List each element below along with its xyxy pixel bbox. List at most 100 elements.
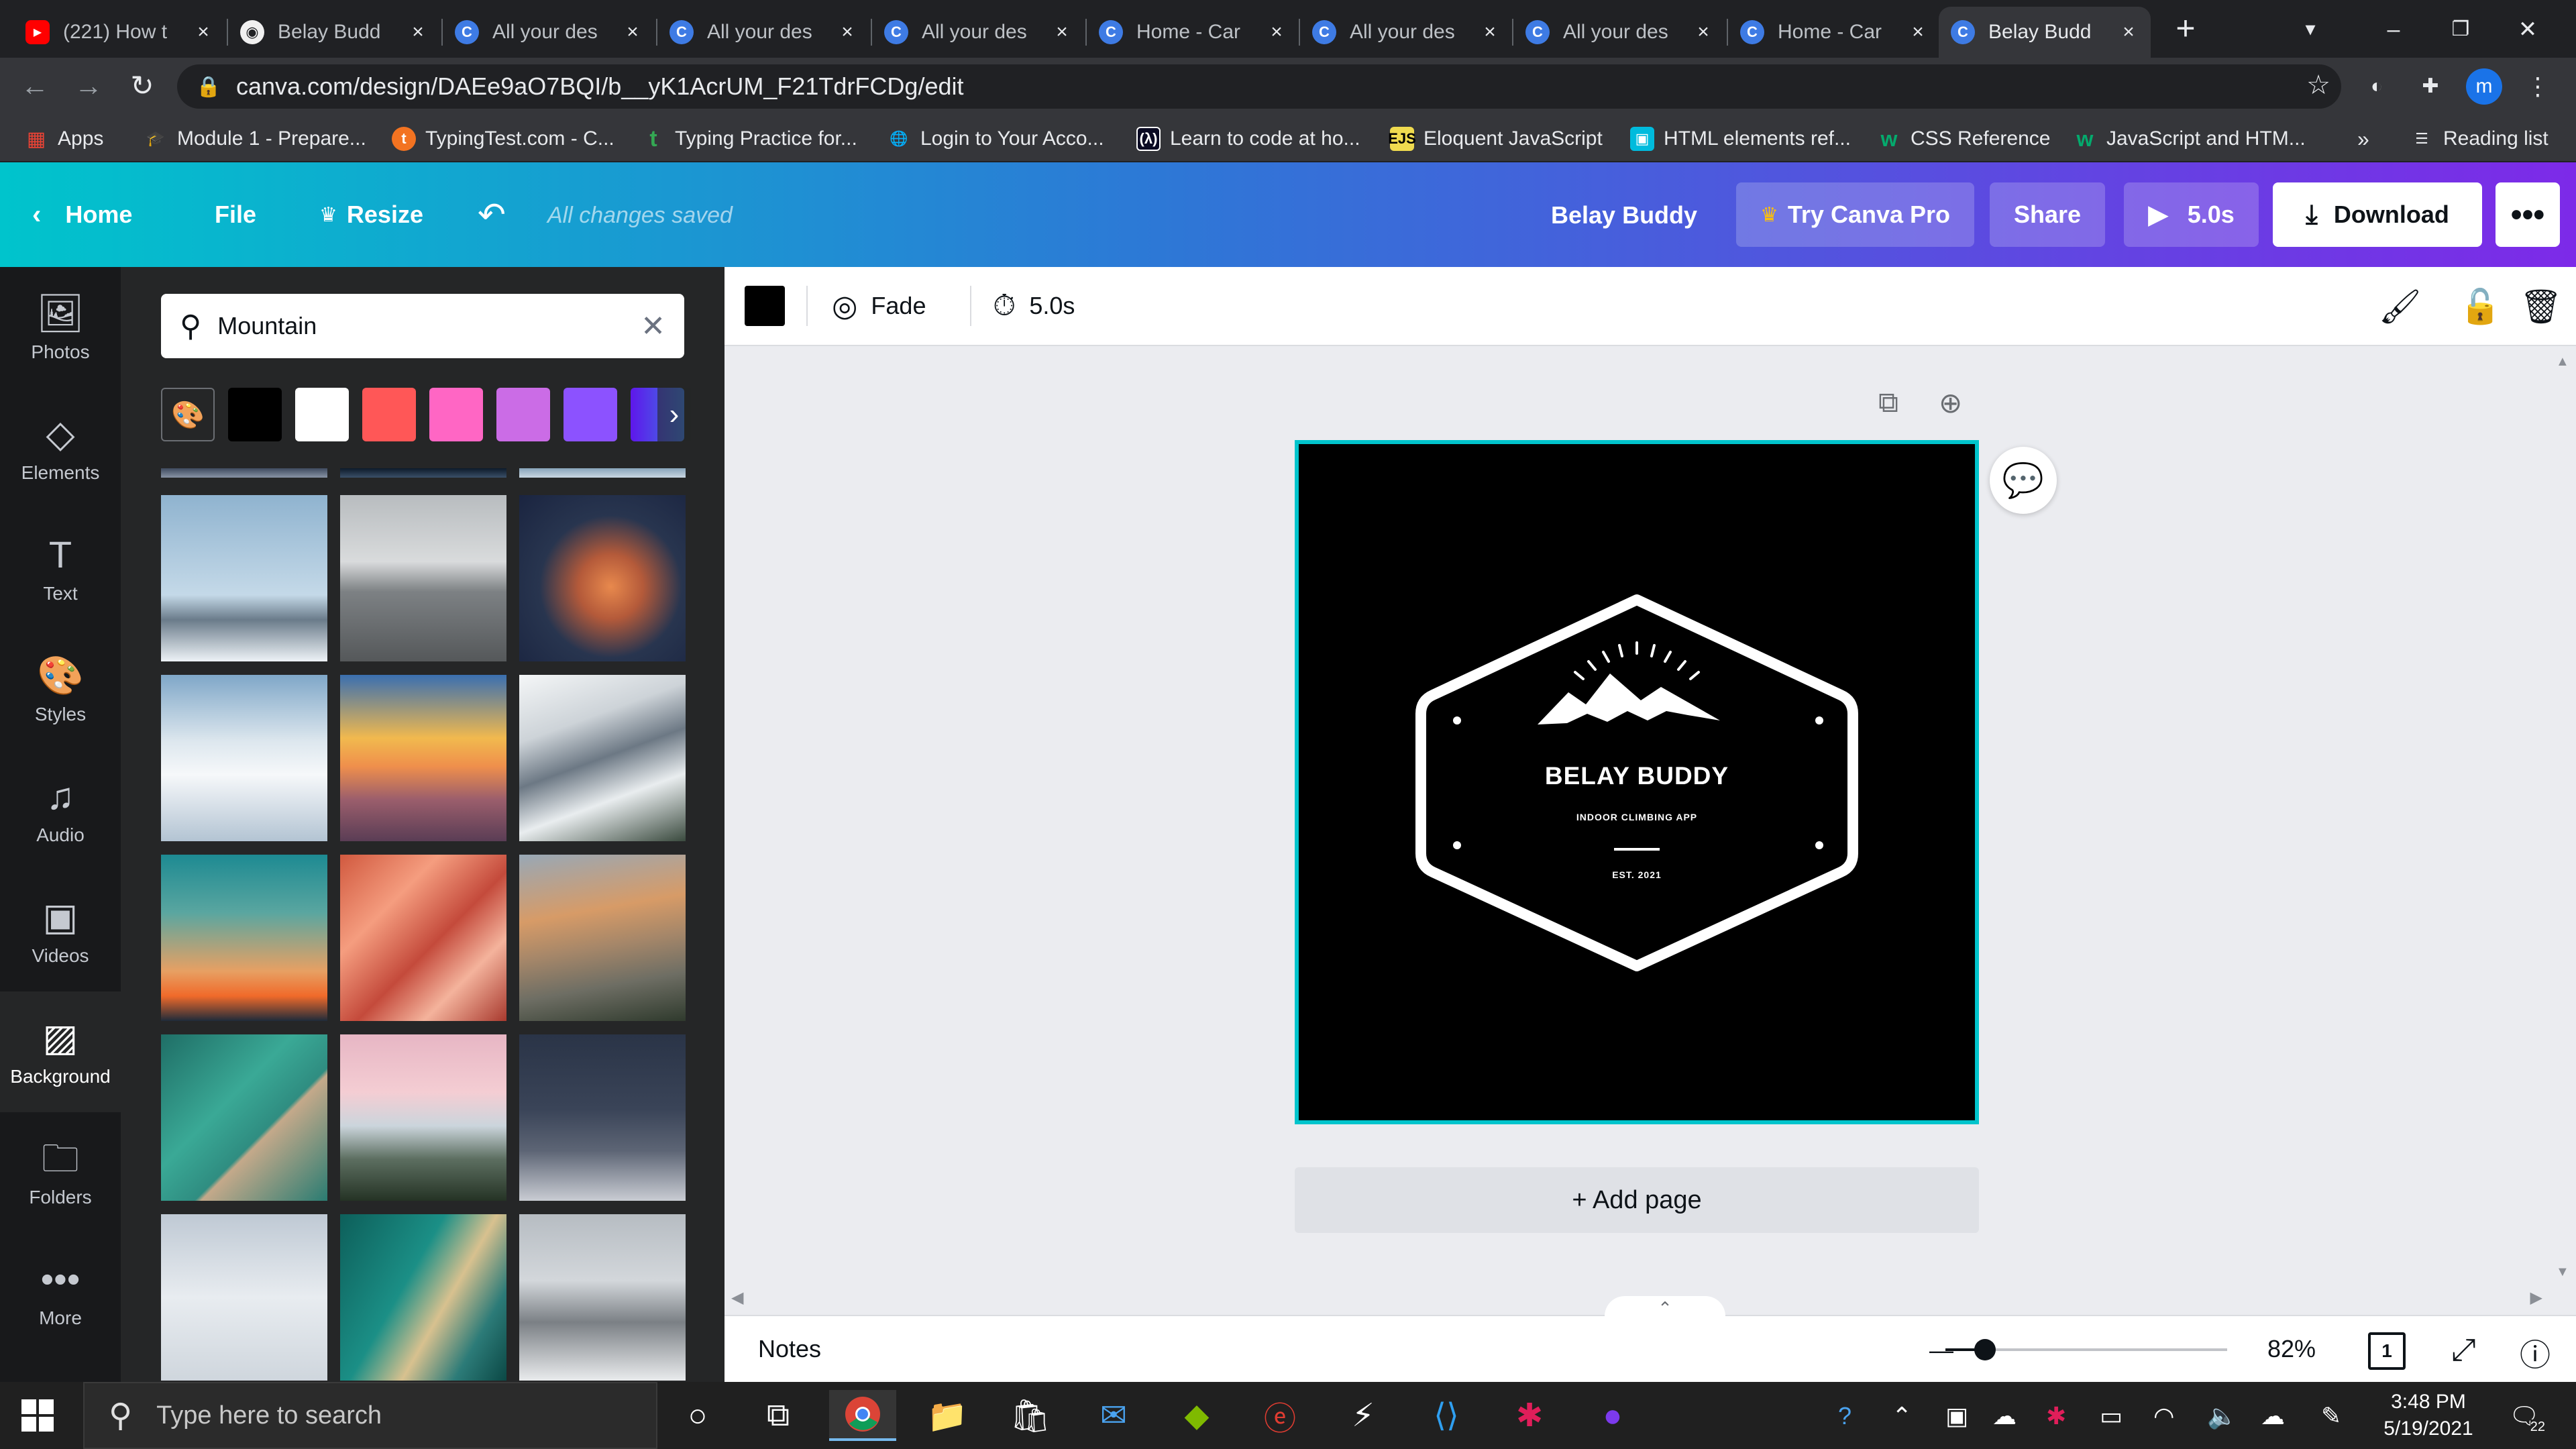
duplicate-page-icon[interactable]: ⧉ [1878, 386, 1898, 419]
undo-icon[interactable]: ↶ [478, 182, 506, 247]
color-swatch[interactable] [564, 388, 617, 441]
background-thumbnail[interactable] [519, 1214, 686, 1381]
windows-start-icon[interactable] [19, 1397, 56, 1434]
close-tab-icon[interactable]: × [1052, 21, 1072, 44]
clear-search-icon[interactable]: ✕ [641, 309, 665, 343]
volume-icon[interactable]: 🔈 [2207, 1402, 2237, 1430]
bookmark-item[interactable]: t Typing Practice for... [641, 123, 857, 154]
browser-tab[interactable]: C All your des × [657, 7, 869, 58]
browser-tab[interactable]: C All your des × [872, 7, 1084, 58]
palette-icon[interactable]: 🎨 [161, 388, 215, 441]
color-swatch[interactable] [362, 388, 416, 441]
rail-text[interactable]: T Text [0, 508, 121, 629]
system-clock[interactable]: 3:48 PM 5/19/2021 [2375, 1389, 2482, 1442]
notifications-icon[interactable]: 🗨22 [2509, 1402, 2555, 1434]
file-explorer-icon[interactable]: 📁 [914, 1390, 981, 1441]
rail-more[interactable]: ••• More [0, 1233, 121, 1354]
onedrive-icon[interactable]: ☁ [1992, 1402, 2017, 1430]
app-icon[interactable]: ⚡ [1330, 1390, 1397, 1441]
profile-avatar[interactable]: m [2466, 68, 2502, 105]
scroll-right-arrow[interactable]: ▶ [2530, 1288, 2542, 1307]
background-thumbnail[interactable] [340, 468, 506, 478]
chrome-icon[interactable] [829, 1390, 896, 1441]
mail-icon[interactable]: ✉ [1080, 1390, 1147, 1441]
background-thumbnail[interactable] [340, 675, 506, 841]
timing-button[interactable]: ⏱ 5.0s [993, 286, 1075, 326]
logo-subtitle[interactable]: INDOOR CLIMBING APP [1299, 812, 1975, 822]
background-color-button[interactable] [745, 286, 785, 326]
page-count-button[interactable]: 1 [2368, 1332, 2406, 1370]
add-page-button[interactable]: + Add page [1295, 1167, 1979, 1233]
tab-search-icon[interactable]: ▾ [2292, 11, 2329, 48]
animate-button[interactable]: ◎ Fade [832, 286, 926, 326]
rail-elements[interactable]: ◇ Elements [0, 388, 121, 508]
background-thumbnail[interactable] [340, 1034, 506, 1201]
address-bar[interactable]: 🔒 canva.com/design/DAEe9aO7BQI/b__yK1Acr… [177, 64, 2341, 109]
color-swatch[interactable] [228, 388, 282, 441]
add-comment-icon[interactable]: 💬 [1990, 447, 2057, 514]
zoom-level[interactable]: 82% [2267, 1335, 2316, 1363]
bookmark-item[interactable]: 🌐 Login to Your Acco... [887, 123, 1104, 154]
taskbar-search[interactable]: ⚲ Type here to search [83, 1382, 657, 1449]
home-button[interactable]: ‹ Home [32, 182, 132, 247]
notes-button[interactable]: Notes [758, 1335, 821, 1363]
play-button[interactable]: ▶ 5.0s [2124, 182, 2259, 247]
browser-tab[interactable]: ▶ (221) How t × [13, 7, 225, 58]
background-thumbnail[interactable] [519, 675, 686, 841]
help-tray-icon[interactable]: ? [1838, 1402, 1851, 1430]
vertical-scrollbar[interactable]: ▲ ▼ [2549, 346, 2576, 1288]
rail-styles[interactable]: 🎨 Styles [0, 629, 121, 750]
design-title[interactable]: Belay Buddy [1551, 201, 1697, 229]
more-options-button[interactable]: ••• [2496, 182, 2560, 247]
resize-button[interactable]: ♛ Resize [319, 182, 423, 247]
fullscreen-icon[interactable]: ⤢ [2451, 1331, 2476, 1368]
help-icon[interactable]: ⓘ [2520, 1331, 2551, 1375]
close-tab-icon[interactable]: × [1693, 21, 1713, 44]
background-thumbnail[interactable] [161, 1214, 327, 1381]
forward-button[interactable]: → [70, 67, 107, 105]
bookmark-item[interactable]: ▣ HTML elements ref... [1630, 123, 1851, 154]
reload-button[interactable]: ↻ [123, 67, 161, 105]
bookmark-item[interactable]: w JavaScript and HTM... [2073, 123, 2306, 154]
restore-button[interactable]: ❐ [2442, 11, 2479, 48]
cloud-upload-icon[interactable]: ☁ [2261, 1402, 2285, 1430]
close-tab-icon[interactable]: × [1480, 21, 1500, 44]
bookmarks-overflow-button[interactable]: » [2357, 123, 2369, 154]
minimize-button[interactable]: – [2375, 11, 2412, 48]
wifi-icon[interactable]: ◠ [2153, 1402, 2174, 1430]
task-view-icon[interactable]: ⧉ [745, 1390, 812, 1441]
zoom-slider-handle[interactable] [1974, 1339, 1996, 1360]
close-tab-icon[interactable]: × [1267, 21, 1287, 44]
cortana-icon[interactable]: ○ [664, 1390, 731, 1441]
try-canva-pro-button[interactable]: ♛ Try Canva Pro [1736, 182, 1975, 247]
slack-tray-icon[interactable]: ✱ [2046, 1402, 2066, 1430]
rail-audio[interactable]: ♫ Audio [0, 750, 121, 871]
download-button[interactable]: ⤓ Download [2273, 182, 2482, 247]
chevron-up-icon[interactable]: ⌃ [1892, 1402, 1912, 1430]
color-swatch[interactable] [496, 388, 550, 441]
rail-photos[interactable]: 🖼 Photos [0, 267, 121, 388]
browser-menu-icon[interactable]: ⋮ [2520, 68, 2556, 105]
close-tab-icon[interactable]: × [837, 21, 857, 44]
chevron-up-icon[interactable]: ⌃ [1605, 1296, 1725, 1318]
store-icon[interactable]: 🛍 [997, 1390, 1064, 1441]
browser-tab[interactable]: C Home - Car × [1087, 7, 1299, 58]
browser-tab[interactable]: C All your des × [443, 7, 655, 58]
app-icon[interactable]: ◆ [1163, 1390, 1230, 1441]
background-thumbnail[interactable] [161, 495, 327, 661]
app-icon[interactable]: ● [1579, 1390, 1646, 1441]
vscode-icon[interactable]: ⟨⟩ [1413, 1390, 1480, 1441]
lock-icon[interactable]: 🔓 [2459, 287, 2501, 327]
color-swatch[interactable] [295, 388, 349, 441]
background-thumbnail[interactable] [161, 855, 327, 1021]
logo-established[interactable]: EST. 2021 [1299, 869, 1975, 880]
design-page[interactable]: BELAY BUDDY INDOOR CLIMBING APP EST. 202… [1295, 440, 1979, 1124]
new-tab-button[interactable]: + [2165, 9, 2206, 50]
background-thumbnail[interactable] [161, 1034, 327, 1201]
rail-videos[interactable]: ▣ Videos [0, 871, 121, 991]
background-thumbnail[interactable] [519, 468, 686, 478]
browser-tab[interactable]: C All your des × [1513, 7, 1725, 58]
close-tab-icon[interactable]: × [2118, 21, 2139, 44]
bookmark-apps[interactable]: ▦ Apps [24, 123, 104, 154]
copy-style-icon[interactable]: 🖌 [2379, 287, 2421, 327]
